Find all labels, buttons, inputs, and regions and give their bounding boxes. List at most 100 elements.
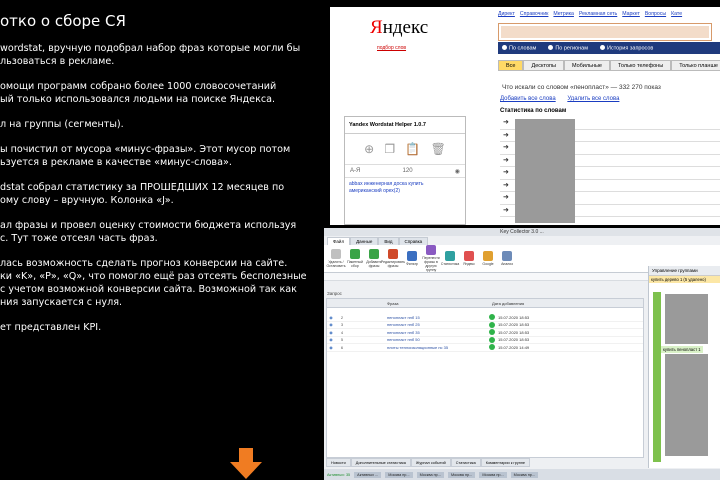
eye-icon[interactable]: ◉ xyxy=(327,315,335,320)
row-date: 15.07.2020 18:53 xyxy=(498,337,530,343)
kc-toolbar-button[interactable]: Удалить / Остановить xyxy=(326,249,346,268)
copy-icon[interactable]: ❐ xyxy=(384,142,395,156)
kc-ribbon-tabs: Файл Данные Вид Справка xyxy=(324,236,720,245)
group-item[interactable]: купить пенопласт 1 xyxy=(661,346,703,353)
status-dot-icon xyxy=(489,329,495,336)
top-nav-link[interactable]: Рекламная сеть xyxy=(579,11,617,17)
kc-search-label: Запрос xyxy=(327,291,342,296)
remove-all-words-link[interactable]: Удалить все слова xyxy=(567,96,619,102)
col-date[interactable]: Дата добавления xyxy=(489,299,527,307)
table-row[interactable]: ◉ 2 пенопласт пнб 15 15.07.2020 18:53 xyxy=(327,314,643,322)
yandex-logo-sub[interactable]: подбор слов xyxy=(377,45,406,51)
top-nav-link[interactable]: Справочник xyxy=(520,11,549,17)
table-row[interactable]: ◉ 3 пенопласт пнб 25 15.07.2020 18:53 xyxy=(327,321,643,329)
radio-dot-icon xyxy=(548,44,554,50)
kc-bottom-tab[interactable]: Комментарии к группе xyxy=(480,458,530,467)
slide-paragraph: л на группы (сегменты). xyxy=(0,119,124,130)
device-tab[interactable]: Мобильные xyxy=(563,60,610,71)
kc-ribbon-tab[interactable]: Справка xyxy=(398,237,429,245)
top-nav-link[interactable]: Директ xyxy=(498,11,515,17)
status-item[interactable]: Москва пр... xyxy=(479,471,507,478)
search-mode-radio[interactable]: История запросов xyxy=(600,44,653,51)
kc-toolbar-icon xyxy=(369,249,379,259)
kc-toolbar-button[interactable]: Перенести фразы в другую группу xyxy=(422,245,440,272)
kc-bottom-tab[interactable]: Дополнительные статистика xyxy=(350,458,411,467)
add-arrow-icon[interactable]: ➜ xyxy=(503,206,509,214)
row-date: 15.07.2020 18:53 xyxy=(498,314,530,320)
row-phrase[interactable]: пенопласт пнб 25 xyxy=(349,322,489,327)
add-arrow-icon[interactable]: ➜ xyxy=(503,168,509,176)
eye-icon[interactable]: ◉ xyxy=(455,168,460,175)
helper-icons: ⊕ ❐ 📋 🗑 xyxy=(345,134,465,164)
table-row[interactable]: ◉ 4 пенопласт пнб 35 15.07.2020 18:53 xyxy=(327,329,643,337)
kc-toolbar-button[interactable]: Статистика xyxy=(441,251,459,266)
top-nav-link[interactable]: Кате xyxy=(671,11,682,17)
status-item[interactable]: Москва пр... xyxy=(416,471,444,478)
slide-text: wordstat, вручную подобрал набор фраз ко… xyxy=(0,42,330,346)
device-tab[interactable]: Только телефоны xyxy=(610,60,672,71)
kc-toolbar-button[interactable]: Фильтр xyxy=(403,251,421,266)
status-item[interactable]: Москва пр... xyxy=(510,471,539,478)
kc-bottom-tab[interactable]: Статистика xyxy=(450,458,481,467)
kc-toolbar-button[interactable]: Яндекс xyxy=(460,251,478,266)
kc-ribbon-tab[interactable]: Файл xyxy=(327,237,351,245)
status-item[interactable]: Активных ... xyxy=(354,471,382,478)
trash-icon[interactable]: 🗑 xyxy=(431,142,446,156)
kc-ribbon-tab[interactable]: Вид xyxy=(378,237,399,245)
row-phrase[interactable]: пенопласт пнб 35 xyxy=(349,330,489,335)
top-nav-link[interactable]: Вопросы xyxy=(645,11,666,17)
status-item: Активных: 35 xyxy=(327,472,351,477)
eye-icon[interactable]: ◉ xyxy=(327,337,335,342)
add-arrow-icon[interactable]: ➜ xyxy=(503,181,509,189)
status-item[interactable]: Москва пр... xyxy=(385,471,413,478)
col-phrase[interactable]: Фраза xyxy=(327,299,489,307)
kc-toolbar-label: Удалить / Остановить xyxy=(326,260,346,268)
add-arrow-icon[interactable]: ➜ xyxy=(503,156,509,164)
add-arrow-icon[interactable]: ➜ xyxy=(503,131,509,139)
device-tab[interactable]: Десктопы xyxy=(523,60,564,71)
kc-toolbar-button[interactable]: Пакетный сбор xyxy=(346,249,364,268)
wordstat-search-input[interactable] xyxy=(498,23,712,41)
kc-toolbar-button[interactable]: Google xyxy=(479,251,497,266)
kc-toolbar-label: Перенести фразы в другую группу xyxy=(422,256,440,272)
eye-icon[interactable]: ◉ xyxy=(327,322,335,327)
device-tab[interactable]: Только планше xyxy=(671,60,720,71)
row-phrase[interactable]: пенопласт пнб 15 xyxy=(349,315,489,320)
eye-icon[interactable]: ◉ xyxy=(327,345,335,350)
kc-toolbar-button[interactable]: Анализ xyxy=(498,251,516,266)
kc-bottom-tabs: Новости Дополнительные статистика Журнал с… xyxy=(326,458,644,467)
sort-toggle[interactable]: А-Я xyxy=(350,168,360,174)
eye-icon[interactable]: ◉ xyxy=(327,330,335,335)
kc-bottom-tab[interactable]: Журнал событий xyxy=(410,458,451,467)
table-row[interactable]: ◉ 6 плиты теплоизоляционные пс 35 15.07.202… xyxy=(327,344,643,352)
search-mode-radio[interactable]: По регионам xyxy=(548,44,588,51)
yandex-logo[interactable]: Яндекс xyxy=(370,17,428,39)
kc-ribbon-tab[interactable]: Данные xyxy=(350,237,379,245)
add-arrow-icon[interactable]: ➜ xyxy=(503,118,509,126)
helper-phrase-link[interactable]: abbax инженерная доска купить американск… xyxy=(345,178,465,198)
kc-toolbar-icon xyxy=(331,249,341,259)
slide-title: отко о сборе СЯ xyxy=(0,12,126,30)
kc-status-bar: Активных: 35 Активных ... Москва пр... Моск… xyxy=(324,469,720,480)
kc-toolbar-label: Фильтр xyxy=(406,262,418,266)
device-tab[interactable]: Все xyxy=(498,60,524,71)
add-icon[interactable]: ⊕ xyxy=(364,142,374,156)
add-arrow-icon[interactable]: ➜ xyxy=(503,143,509,151)
status-item[interactable]: Москва пр... xyxy=(447,471,476,478)
add-all-words-link[interactable]: Добавить все слова xyxy=(500,96,556,102)
row-phrase[interactable]: плиты теплоизоляционные пс 35 xyxy=(349,345,489,350)
group-item[interactable]: купить дерево 1 (5 удалено) xyxy=(649,276,720,283)
row-phrase[interactable]: пенопласт пнб 50 xyxy=(349,337,489,342)
kc-bottom-tab[interactable]: Новости xyxy=(326,458,351,467)
kc-toolbar-icon xyxy=(502,251,512,261)
top-nav-link[interactable]: Маркет xyxy=(622,11,640,17)
table-row[interactable]: ◉ 5 пенопласт пнб 50 15.07.2020 18:53 xyxy=(327,336,643,344)
radio-dot-icon xyxy=(600,44,606,50)
top-nav-link[interactable]: Метрика xyxy=(553,11,574,17)
kc-phrases-table: Фраза Дата добавления ◉ 2 пенопласт пнб 15… xyxy=(326,298,644,458)
kc-toolbar-button[interactable]: Редактировать фразы xyxy=(381,249,405,268)
clipboard-icon[interactable]: 📋 xyxy=(405,142,420,156)
add-arrow-icon[interactable]: ➜ xyxy=(503,193,509,201)
key-collector-screenshot: Key Collector 3.0 ... Файл Данные Вид Справ… xyxy=(324,228,720,480)
search-mode-radio[interactable]: По словам xyxy=(502,44,536,51)
